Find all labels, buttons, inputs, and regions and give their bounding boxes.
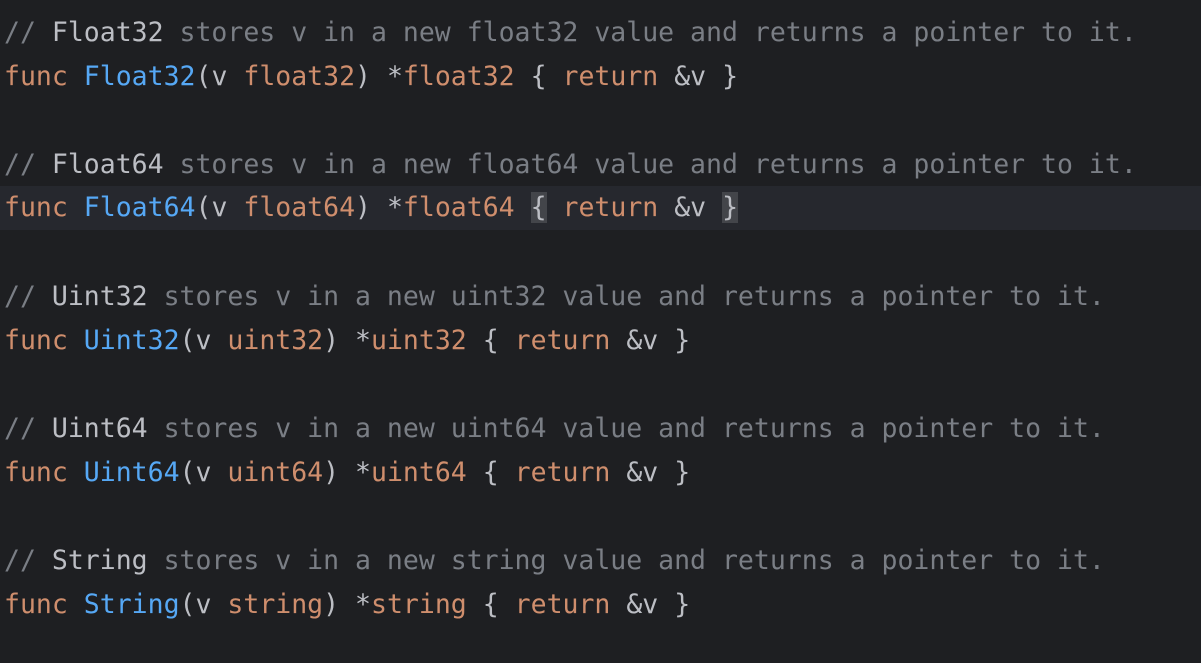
param-open: (v: [179, 325, 228, 356]
right-brace: }: [674, 589, 691, 620]
return-body: &v: [658, 61, 723, 92]
keyword-func: func: [4, 325, 68, 356]
right-brace: }: [674, 457, 691, 488]
comment-line[interactable]: // String stores v in a new string value…: [0, 539, 1201, 583]
param-open: (v: [179, 457, 228, 488]
function-name[interactable]: Uint32: [84, 325, 180, 356]
keyword-func: func: [4, 457, 68, 488]
comment-text: stores v in a new uint32 value and retur…: [147, 281, 1105, 312]
comment-line[interactable]: // Uint64 stores v in a new uint64 value…: [0, 407, 1201, 451]
keyword-return: return: [562, 61, 659, 92]
left-brace: {: [482, 589, 499, 620]
left-brace: {: [530, 61, 547, 92]
comment-identifier: Uint64: [51, 413, 148, 444]
code-line[interactable]: func String(v string) *string { return &…: [0, 583, 1201, 627]
keyword-return: return: [514, 457, 611, 488]
left-brace: {: [482, 457, 499, 488]
comment-prefix: //: [4, 149, 52, 180]
comment-identifier: Uint32: [51, 281, 148, 312]
param-type: float64: [243, 192, 356, 223]
code-line[interactable]: func Uint64(v uint64) *uint64 { return &…: [0, 451, 1201, 495]
comment-line[interactable]: // Float32 stores v in a new float32 val…: [0, 11, 1201, 55]
return-body: &v: [658, 192, 723, 223]
keyword-return: return: [514, 325, 611, 356]
comment-prefix: //: [4, 413, 52, 444]
comment-text: stores v in a new string value and retur…: [147, 545, 1105, 576]
param-type: float32: [243, 61, 356, 92]
comment-text: stores v in a new uint64 value and retur…: [147, 413, 1105, 444]
function-name[interactable]: Uint64: [84, 457, 180, 488]
left-brace: {: [482, 325, 499, 356]
comment-prefix: //: [4, 545, 52, 576]
keyword-func: func: [4, 589, 68, 620]
return-type: float64: [402, 192, 515, 223]
comment-identifier: String: [51, 545, 148, 576]
param-open: (v: [179, 589, 228, 620]
param-type: uint64: [227, 457, 324, 488]
code-editor[interactable]: // Float32 stores v in a new float32 val…: [0, 0, 1201, 663]
function-name[interactable]: String: [84, 589, 180, 620]
comment-text: stores v in a new float64 value and retu…: [163, 149, 1137, 180]
current-code-line[interactable]: func Float64(v float64) *float64 { retur…: [0, 186, 1201, 230]
right-brace-matched: }: [722, 192, 739, 223]
code-line[interactable]: func Float32(v float32) *float32 { retur…: [0, 55, 1201, 99]
comment-prefix: //: [4, 281, 52, 312]
param-open: (v: [195, 61, 244, 92]
return-body: &v: [610, 457, 675, 488]
return-type: string: [371, 589, 467, 620]
param-close: ) *: [355, 61, 403, 92]
return-type: uint64: [371, 457, 467, 488]
param-open: (v: [195, 192, 244, 223]
return-body: &v: [610, 325, 675, 356]
keyword-func: func: [4, 192, 68, 223]
comment-prefix: //: [4, 17, 52, 48]
param-close: ) *: [323, 325, 372, 356]
keyword-return: return: [562, 192, 659, 223]
keyword-func: func: [4, 61, 68, 92]
function-name[interactable]: Float32: [84, 61, 196, 92]
return-body: &v: [610, 589, 675, 620]
return-type: uint32: [371, 325, 467, 356]
comment-identifier: Float32: [51, 17, 164, 48]
param-close: ) *: [355, 192, 403, 223]
right-brace: }: [722, 61, 739, 92]
comment-text: stores v in a new float32 value and retu…: [163, 17, 1137, 48]
param-close: ) *: [323, 589, 372, 620]
keyword-return: return: [514, 589, 611, 620]
right-brace: }: [674, 325, 691, 356]
left-brace-matched: {: [530, 192, 547, 223]
comment-identifier: Float64: [51, 149, 164, 180]
comment-line[interactable]: // Float64 stores v in a new float64 val…: [0, 143, 1201, 187]
code-line[interactable]: func Uint32(v uint32) *uint32 { return &…: [0, 319, 1201, 363]
param-type: uint32: [227, 325, 324, 356]
return-type: float32: [402, 61, 515, 92]
param-close: ) *: [323, 457, 372, 488]
param-type: string: [227, 589, 324, 620]
function-name[interactable]: Float64: [84, 192, 196, 223]
comment-line[interactable]: // Uint32 stores v in a new uint32 value…: [0, 275, 1201, 319]
